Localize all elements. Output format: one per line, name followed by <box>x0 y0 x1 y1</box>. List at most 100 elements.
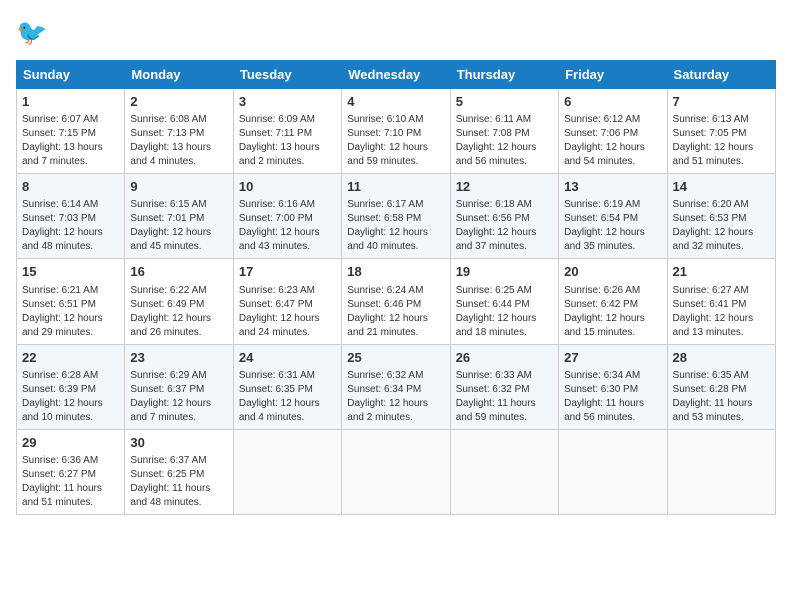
day-info: Sunrise: 6:35 AM Sunset: 6:28 PM Dayligh… <box>673 369 770 425</box>
weekday-header-cell: Wednesday <box>342 61 450 89</box>
calendar-week-row: 22 Sunrise: 6:28 AM Sunset: 6:39 PM Dayli… <box>17 344 776 429</box>
day-info: Sunrise: 6:26 AM Sunset: 6:42 PM Dayligh… <box>564 284 661 340</box>
day-number: 9 <box>130 178 227 196</box>
calendar-day-cell: 12Sunrise: 6:18 AM Sunset: 6:56 PM Dayli… <box>450 174 558 259</box>
day-info: Sunrise: 6:17 AM Sunset: 6:58 PM Dayligh… <box>347 198 444 254</box>
day-number: 26 <box>456 349 553 367</box>
day-info: Sunrise: 6:28 AM Sunset: 6:39 PM Dayligh… <box>22 369 119 425</box>
calendar-day-cell <box>559 429 667 514</box>
calendar-day-cell: 2 Sunrise: 6:08 AM Sunset: 7:13 PM Daylig… <box>125 89 233 174</box>
calendar-day-cell <box>233 429 341 514</box>
day-info: Sunrise: 6:37 AM Sunset: 6:25 PM Dayligh… <box>130 454 227 510</box>
day-number: 29 <box>22 434 119 452</box>
calendar-day-cell: 24 Sunrise: 6:31 AM Sunset: 6:35 PM Dayli… <box>233 344 341 429</box>
weekday-header-cell: Sunday <box>17 61 125 89</box>
day-number: 11 <box>347 178 444 196</box>
day-number: 18 <box>347 263 444 281</box>
calendar-day-cell: 28Sunrise: 6:35 AM Sunset: 6:28 PM Dayli… <box>667 344 775 429</box>
day-info: Sunrise: 6:34 AM Sunset: 6:30 PM Dayligh… <box>564 369 661 425</box>
calendar-day-cell: 19 Sunrise: 6:25 AM Sunset: 6:44 PM Dayli… <box>450 259 558 344</box>
day-number: 30 <box>130 434 227 452</box>
day-info: Sunrise: 6:19 AM Sunset: 6:54 PM Dayligh… <box>564 198 661 254</box>
weekday-header-cell: Tuesday <box>233 61 341 89</box>
day-info: Sunrise: 6:22 AM Sunset: 6:49 PM Dayligh… <box>130 284 227 340</box>
calendar-day-cell <box>342 429 450 514</box>
day-number: 17 <box>239 263 336 281</box>
day-number: 13 <box>564 178 661 196</box>
calendar-day-cell: 8Sunrise: 6:14 AM Sunset: 7:03 PM Daylig… <box>17 174 125 259</box>
day-number: 15 <box>22 263 119 281</box>
day-number: 27 <box>564 349 661 367</box>
weekday-header-row: SundayMondayTuesdayWednesdayThursdayFrid… <box>17 61 776 89</box>
day-info: Sunrise: 6:24 AM Sunset: 6:46 PM Dayligh… <box>347 284 444 340</box>
calendar-day-cell: 17 Sunrise: 6:23 AM Sunset: 6:47 PM Dayli… <box>233 259 341 344</box>
logo-icon: 🐦 <box>16 16 52 52</box>
calendar-day-cell: 21Sunrise: 6:27 AM Sunset: 6:41 PM Dayli… <box>667 259 775 344</box>
day-number: 23 <box>130 349 227 367</box>
calendar-day-cell: 23 Sunrise: 6:29 AM Sunset: 6:37 PM Dayli… <box>125 344 233 429</box>
calendar-week-row: 1Sunrise: 6:07 AM Sunset: 7:15 PM Daylig… <box>17 89 776 174</box>
day-info: Sunrise: 6:14 AM Sunset: 7:03 PM Dayligh… <box>22 198 119 254</box>
calendar-day-cell: 4 Sunrise: 6:10 AM Sunset: 7:10 PM Daylig… <box>342 89 450 174</box>
weekday-header-cell: Monday <box>125 61 233 89</box>
day-info: Sunrise: 6:29 AM Sunset: 6:37 PM Dayligh… <box>130 369 227 425</box>
day-info: Sunrise: 6:12 AM Sunset: 7:06 PM Dayligh… <box>564 113 661 169</box>
day-info: Sunrise: 6:10 AM Sunset: 7:10 PM Dayligh… <box>347 113 444 169</box>
day-number: 2 <box>130 93 227 111</box>
calendar-day-cell: 6 Sunrise: 6:12 AM Sunset: 7:06 PM Daylig… <box>559 89 667 174</box>
calendar-day-cell: 3 Sunrise: 6:09 AM Sunset: 7:11 PM Daylig… <box>233 89 341 174</box>
page-header: 🐦 <box>16 16 776 52</box>
calendar-day-cell: 7Sunrise: 6:13 AM Sunset: 7:05 PM Daylig… <box>667 89 775 174</box>
day-info: Sunrise: 6:31 AM Sunset: 6:35 PM Dayligh… <box>239 369 336 425</box>
calendar-day-cell: 30 Sunrise: 6:37 AM Sunset: 6:25 PM Dayli… <box>125 429 233 514</box>
day-number: 6 <box>564 93 661 111</box>
day-info: Sunrise: 6:27 AM Sunset: 6:41 PM Dayligh… <box>673 284 770 340</box>
day-number: 25 <box>347 349 444 367</box>
day-info: Sunrise: 6:08 AM Sunset: 7:13 PM Dayligh… <box>130 113 227 169</box>
calendar-day-cell <box>450 429 558 514</box>
weekday-header-cell: Thursday <box>450 61 558 89</box>
svg-text:🐦: 🐦 <box>16 19 47 47</box>
day-info: Sunrise: 6:23 AM Sunset: 6:47 PM Dayligh… <box>239 284 336 340</box>
day-info: Sunrise: 6:21 AM Sunset: 6:51 PM Dayligh… <box>22 284 119 340</box>
calendar-day-cell <box>667 429 775 514</box>
calendar-day-cell: 25 Sunrise: 6:32 AM Sunset: 6:34 PM Dayli… <box>342 344 450 429</box>
day-info: Sunrise: 6:25 AM Sunset: 6:44 PM Dayligh… <box>456 284 553 340</box>
day-info: Sunrise: 6:18 AM Sunset: 6:56 PM Dayligh… <box>456 198 553 254</box>
day-number: 4 <box>347 93 444 111</box>
day-number: 22 <box>22 349 119 367</box>
calendar-day-cell: 11 Sunrise: 6:17 AM Sunset: 6:58 PM Dayli… <box>342 174 450 259</box>
logo: 🐦 <box>16 16 56 52</box>
day-number: 20 <box>564 263 661 281</box>
day-number: 19 <box>456 263 553 281</box>
day-info: Sunrise: 6:09 AM Sunset: 7:11 PM Dayligh… <box>239 113 336 169</box>
calendar-week-row: 29 Sunrise: 6:36 AM Sunset: 6:27 PM Dayli… <box>17 429 776 514</box>
day-number: 14 <box>673 178 770 196</box>
day-number: 3 <box>239 93 336 111</box>
calendar-day-cell: 13 Sunrise: 6:19 AM Sunset: 6:54 PM Dayli… <box>559 174 667 259</box>
calendar-table: SundayMondayTuesdayWednesdayThursdayFrid… <box>16 60 776 515</box>
day-info: Sunrise: 6:33 AM Sunset: 6:32 PM Dayligh… <box>456 369 553 425</box>
calendar-day-cell: 26 Sunrise: 6:33 AM Sunset: 6:32 PM Dayli… <box>450 344 558 429</box>
day-number: 24 <box>239 349 336 367</box>
day-info: Sunrise: 6:32 AM Sunset: 6:34 PM Dayligh… <box>347 369 444 425</box>
calendar-day-cell: 10Sunrise: 6:16 AM Sunset: 7:00 PM Dayli… <box>233 174 341 259</box>
calendar-body: 1Sunrise: 6:07 AM Sunset: 7:15 PM Daylig… <box>17 89 776 515</box>
day-info: Sunrise: 6:11 AM Sunset: 7:08 PM Dayligh… <box>456 113 553 169</box>
day-info: Sunrise: 6:15 AM Sunset: 7:01 PM Dayligh… <box>130 198 227 254</box>
day-number: 16 <box>130 263 227 281</box>
calendar-week-row: 15 Sunrise: 6:21 AM Sunset: 6:51 PM Dayli… <box>17 259 776 344</box>
day-number: 7 <box>673 93 770 111</box>
day-number: 5 <box>456 93 553 111</box>
day-info: Sunrise: 6:36 AM Sunset: 6:27 PM Dayligh… <box>22 454 119 510</box>
weekday-header-cell: Saturday <box>667 61 775 89</box>
calendar-day-cell: 18 Sunrise: 6:24 AM Sunset: 6:46 PM Dayli… <box>342 259 450 344</box>
calendar-day-cell: 29 Sunrise: 6:36 AM Sunset: 6:27 PM Dayli… <box>17 429 125 514</box>
day-info: Sunrise: 6:20 AM Sunset: 6:53 PM Dayligh… <box>673 198 770 254</box>
calendar-week-row: 8Sunrise: 6:14 AM Sunset: 7:03 PM Daylig… <box>17 174 776 259</box>
calendar-day-cell: 20 Sunrise: 6:26 AM Sunset: 6:42 PM Dayli… <box>559 259 667 344</box>
calendar-day-cell: 9 Sunrise: 6:15 AM Sunset: 7:01 PM Daylig… <box>125 174 233 259</box>
weekday-header-cell: Friday <box>559 61 667 89</box>
calendar-day-cell: 15 Sunrise: 6:21 AM Sunset: 6:51 PM Dayli… <box>17 259 125 344</box>
day-info: Sunrise: 6:07 AM Sunset: 7:15 PM Dayligh… <box>22 113 119 169</box>
